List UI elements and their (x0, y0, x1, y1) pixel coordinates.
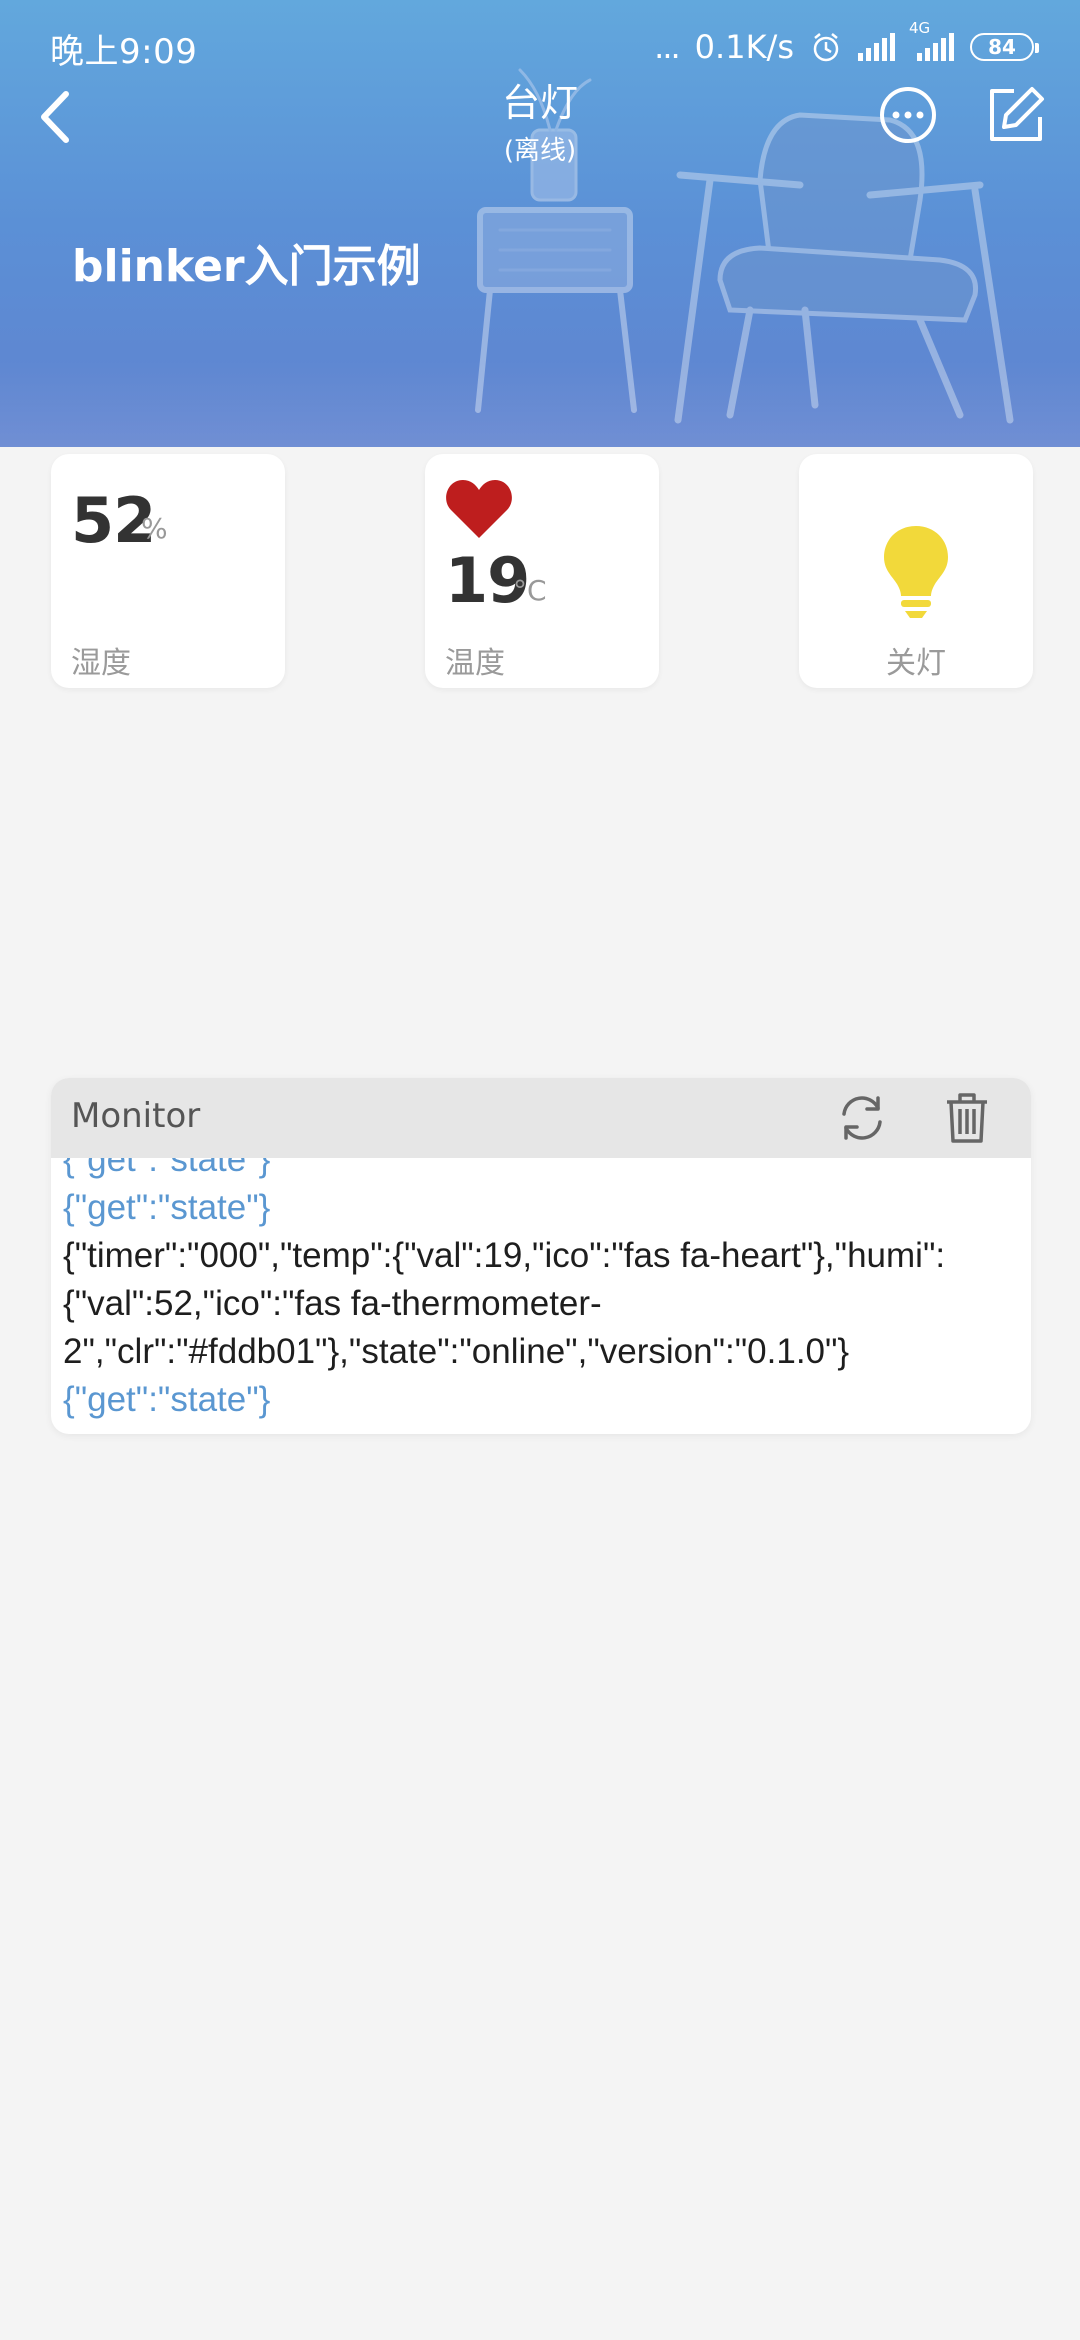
wifi-signal-icon (858, 33, 895, 61)
page-heading: blinker入门示例 (72, 241, 421, 292)
heart-icon (446, 480, 512, 538)
temperature-label: 温度 (445, 646, 505, 681)
monitor-title: Monitor (71, 1096, 201, 1136)
log-line-sent: {"get":"state"} (63, 1158, 271, 1179)
lightbulb-icon (884, 526, 948, 618)
chevron-left-icon (41, 91, 69, 143)
clear-log-button[interactable] (945, 1092, 989, 1144)
log-line-sent: {"get":"state"} (63, 1380, 271, 1419)
back-button[interactable] (20, 80, 90, 150)
log-line-sent: {"get":"state"} (63, 1188, 271, 1227)
more-button[interactable] (878, 85, 938, 145)
device-status: (离线) (503, 136, 577, 166)
more-notifications-icon: ... (654, 28, 680, 66)
cellular-signal-icon: 4G (909, 19, 954, 61)
alarm-icon (813, 33, 839, 62)
refresh-icon (842, 1096, 882, 1140)
header-banner: 晚上9:09 ... 0.1K/s 4G 84 台灯 (离线) blinker入… (0, 0, 1080, 447)
log-line-received: 2","clr":"#fddb01"},"state":"online","ve… (63, 1332, 850, 1371)
monitor-header: Monitor (51, 1078, 1031, 1158)
humidity-label: 湿度 (71, 646, 131, 681)
temperature-widget[interactable]: 19 °C 温度 (425, 454, 659, 688)
edit-button[interactable] (984, 83, 1048, 147)
device-title: 台灯 (501, 81, 578, 125)
more-circle-icon (880, 87, 936, 143)
humidity-widget[interactable]: 52 % 湿度 (51, 454, 285, 688)
monitor-log[interactable]: {"get":"state"} {"get":"state"} {"timer"… (63, 1158, 1019, 1424)
floor-gradient (0, 360, 1080, 447)
lamp-label: 关灯 (886, 646, 946, 681)
trash-icon (947, 1093, 987, 1143)
status-indicators: ... 0.1K/s 4G 84 (654, 19, 1039, 72)
log-line-received: {"timer":"000","temp":{"val":19,"ico":"f… (63, 1236, 946, 1275)
battery-icon: 84 (970, 33, 1039, 61)
battery-level: 84 (988, 35, 1016, 59)
network-type: 4G (909, 19, 931, 37)
temperature-unit: °C (513, 574, 547, 607)
monitor-widget: Monitor {"get":"state"} {"get":"state"} … (51, 1078, 1031, 1434)
log-line-received: {"val":52,"ico":"fas fa-thermometer- (63, 1284, 602, 1323)
humidity-unit: % (141, 512, 168, 545)
status-time: 晚上9:09 (50, 32, 198, 72)
refresh-button[interactable] (836, 1092, 888, 1144)
edit-icon (990, 87, 1044, 141)
net-speed: 0.1K/s (694, 28, 794, 66)
lamp-toggle-button[interactable]: 关灯 (799, 454, 1033, 688)
